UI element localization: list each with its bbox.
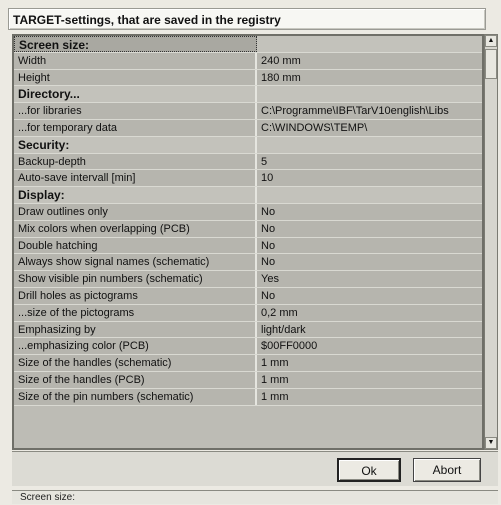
setting-value[interactable]: No bbox=[257, 237, 482, 254]
setting-name: ...for libraries bbox=[14, 103, 257, 119]
settings-grid[interactable]: Screen size: Width 240 mm Height 180 mm Direc… bbox=[12, 34, 484, 450]
settings-row[interactable]: Auto-save intervall [min] 10 bbox=[14, 170, 482, 188]
dialog-title: TARGET-settings, that are saved in the r… bbox=[8, 8, 486, 30]
setting-name: Double hatching bbox=[14, 237, 257, 254]
settings-row[interactable]: Size of the handles (PCB) 1 mm bbox=[14, 371, 482, 389]
setting-value[interactable]: 10 bbox=[257, 170, 482, 187]
setting-name: Backup-depth bbox=[14, 153, 257, 170]
setting-name: Size of the handles (schematic) bbox=[14, 355, 257, 371]
settings-row[interactable]: Draw outlines only No bbox=[14, 203, 482, 221]
setting-value[interactable]: C:\WINDOWS\TEMP\ bbox=[257, 119, 482, 136]
setting-name: ...for temporary data bbox=[14, 119, 257, 136]
setting-value[interactable]: 1 mm bbox=[257, 355, 482, 371]
settings-row[interactable]: Always show signal names (schematic) No bbox=[14, 254, 482, 272]
setting-value bbox=[257, 86, 482, 103]
ok-button[interactable]: Ok bbox=[337, 458, 401, 482]
settings-section-header[interactable]: Display: bbox=[14, 187, 482, 204]
settings-row[interactable]: Width 240 mm bbox=[14, 52, 482, 70]
settings-row[interactable]: ...for temporary data C:\WINDOWS\TEMP\ bbox=[14, 119, 482, 137]
settings-row[interactable]: Size of the pin numbers (schematic) 1 mm bbox=[14, 388, 482, 406]
settings-row[interactable]: Emphasizing by light/dark bbox=[14, 321, 482, 339]
setting-value[interactable]: 180 mm bbox=[257, 69, 482, 86]
setting-name: Always show signal names (schematic) bbox=[14, 254, 257, 271]
setting-name: Draw outlines only bbox=[14, 203, 257, 220]
settings-row[interactable]: Size of the handles (schematic) 1 mm bbox=[14, 355, 482, 372]
settings-row[interactable]: Height 180 mm bbox=[14, 69, 482, 87]
setting-name: Mix colors when overlapping (PCB) bbox=[14, 220, 257, 237]
setting-value[interactable]: $00FF0000 bbox=[257, 338, 482, 355]
setting-name: Size of the handles (PCB) bbox=[14, 371, 257, 388]
setting-name: Auto-save intervall [min] bbox=[14, 170, 257, 187]
setting-name: Width bbox=[14, 52, 257, 69]
abort-button[interactable]: Abort bbox=[413, 458, 481, 482]
setting-name: Show visible pin numbers (schematic) bbox=[14, 271, 257, 287]
settings-row[interactable]: ...emphasizing color (PCB) $00FF0000 bbox=[14, 338, 482, 356]
setting-value[interactable]: 5 bbox=[257, 153, 482, 170]
setting-value[interactable]: 240 mm bbox=[257, 52, 482, 69]
status-text: Screen size: bbox=[20, 492, 76, 503]
settings-section-header[interactable]: Security: bbox=[14, 136, 482, 154]
status-bar: Screen size: bbox=[12, 490, 498, 504]
settings-section-header[interactable]: Directory... bbox=[14, 86, 482, 104]
setting-value[interactable]: light/dark bbox=[257, 321, 482, 338]
scroll-thumb[interactable] bbox=[485, 49, 497, 79]
setting-name: Directory... bbox=[14, 86, 257, 103]
setting-name: ...emphasizing color (PCB) bbox=[14, 338, 257, 355]
setting-value[interactable]: 1 mm bbox=[257, 388, 482, 405]
setting-value[interactable]: No bbox=[257, 287, 482, 304]
settings-row[interactable]: ...size of the pictograms 0,2 mm bbox=[14, 304, 482, 322]
setting-value bbox=[257, 36, 482, 52]
setting-name: ...size of the pictograms bbox=[14, 304, 257, 321]
settings-row[interactable]: Double hatching No bbox=[14, 237, 482, 255]
setting-value[interactable]: No bbox=[257, 220, 482, 237]
settings-row[interactable]: Drill holes as pictograms No bbox=[14, 287, 482, 305]
setting-value[interactable]: Yes bbox=[257, 271, 482, 287]
setting-value[interactable]: 1 mm bbox=[257, 371, 482, 388]
settings-row[interactable]: ...for libraries C:\Programme\IBF\TarV10e… bbox=[14, 103, 482, 120]
settings-row[interactable]: Backup-depth 5 bbox=[14, 153, 482, 171]
settings-row[interactable]: Show visible pin numbers (schematic) Yes bbox=[14, 271, 482, 288]
settings-section-header[interactable]: Screen size: bbox=[14, 36, 482, 53]
vertical-scrollbar[interactable]: ▲ ▼ bbox=[484, 34, 498, 450]
setting-value[interactable]: No bbox=[257, 254, 482, 271]
setting-name: Security: bbox=[14, 136, 257, 153]
setting-name: Screen size: bbox=[14, 36, 257, 52]
setting-value[interactable]: No bbox=[257, 203, 482, 220]
scroll-down-arrow-icon[interactable]: ▼ bbox=[485, 437, 497, 449]
setting-name: Display: bbox=[14, 187, 257, 203]
scroll-up-arrow-icon[interactable]: ▲ bbox=[485, 35, 497, 47]
setting-value[interactable]: 0,2 mm bbox=[257, 304, 482, 321]
setting-value bbox=[257, 187, 482, 203]
setting-name: Drill holes as pictograms bbox=[14, 287, 257, 304]
setting-value[interactable]: C:\Programme\IBF\TarV10english\Libs bbox=[257, 103, 482, 119]
setting-value bbox=[257, 136, 482, 153]
setting-name: Emphasizing by bbox=[14, 321, 257, 338]
settings-grid-rows: Screen size: Width 240 mm Height 180 mm Direc… bbox=[14, 36, 482, 406]
settings-row[interactable]: Mix colors when overlapping (PCB) No bbox=[14, 220, 482, 238]
button-bar: Ok Abort bbox=[12, 451, 498, 486]
setting-name: Height bbox=[14, 69, 257, 86]
setting-name: Size of the pin numbers (schematic) bbox=[14, 388, 257, 405]
